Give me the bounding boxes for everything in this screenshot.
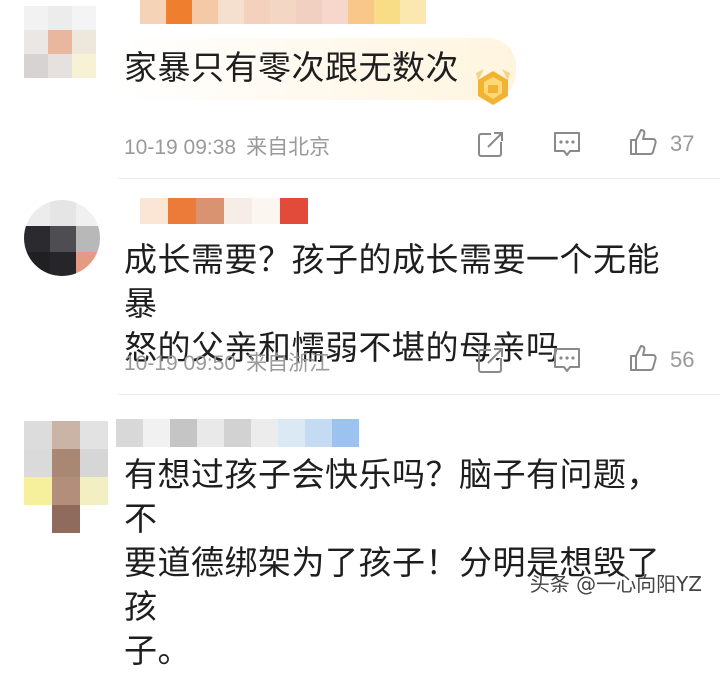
comment-line: 有想过孩子会快乐吗？脑子有问题，不 xyxy=(124,455,660,538)
comment-meta: 10-19 09:38 来自北京 xyxy=(124,131,330,161)
comment-text: 有想过孩子会快乐吗？脑子有问题，不 要道德绑架为了孩子！分明是想毁了孩 子。 xyxy=(124,453,690,673)
reply-icon[interactable] xyxy=(552,129,582,159)
share-icon[interactable] xyxy=(476,129,506,159)
reply-icon[interactable] xyxy=(552,345,582,375)
like-count: 56 xyxy=(670,347,695,372)
like-icon[interactable] xyxy=(628,343,658,373)
comment-line: 成长需要？孩子的成长需要一个无能暴 xyxy=(124,240,660,323)
medal-badge-icon xyxy=(476,69,510,105)
username-obscured[interactable] xyxy=(140,198,308,224)
comment-1: 家暴只有零次跟无数次 10-19 09:38 来自北京 37 xyxy=(0,0,720,180)
divider xyxy=(118,178,720,179)
like-icon[interactable] xyxy=(628,127,658,157)
avatar[interactable] xyxy=(24,421,108,533)
comment-text: 家暴只有零次跟无数次 xyxy=(124,46,690,90)
comment-meta: 10-19 09:50 来自浙江 xyxy=(124,347,330,377)
comment-line: 家暴只有零次跟无数次 xyxy=(124,48,459,87)
comment-location: 来自浙江 xyxy=(246,352,331,375)
watermark: 头条 @一心向阳YZ xyxy=(529,572,702,596)
avatar[interactable] xyxy=(24,6,96,78)
comment-location: 来自北京 xyxy=(246,136,331,159)
share-icon[interactable] xyxy=(476,345,506,375)
comment-time: 10-19 09:50 xyxy=(124,352,237,375)
username-obscured[interactable] xyxy=(116,419,359,447)
like-count: 37 xyxy=(670,131,695,156)
comment-time: 10-19 09:38 xyxy=(124,136,237,159)
comment-line: 子。 xyxy=(124,631,191,670)
avatar[interactable] xyxy=(24,200,100,276)
comment-2: 成长需要？孩子的成长需要一个无能暴 怒的父亲和懦弱不堪的母亲吗 10-19 09… xyxy=(0,180,720,395)
username-obscured[interactable] xyxy=(140,0,426,24)
